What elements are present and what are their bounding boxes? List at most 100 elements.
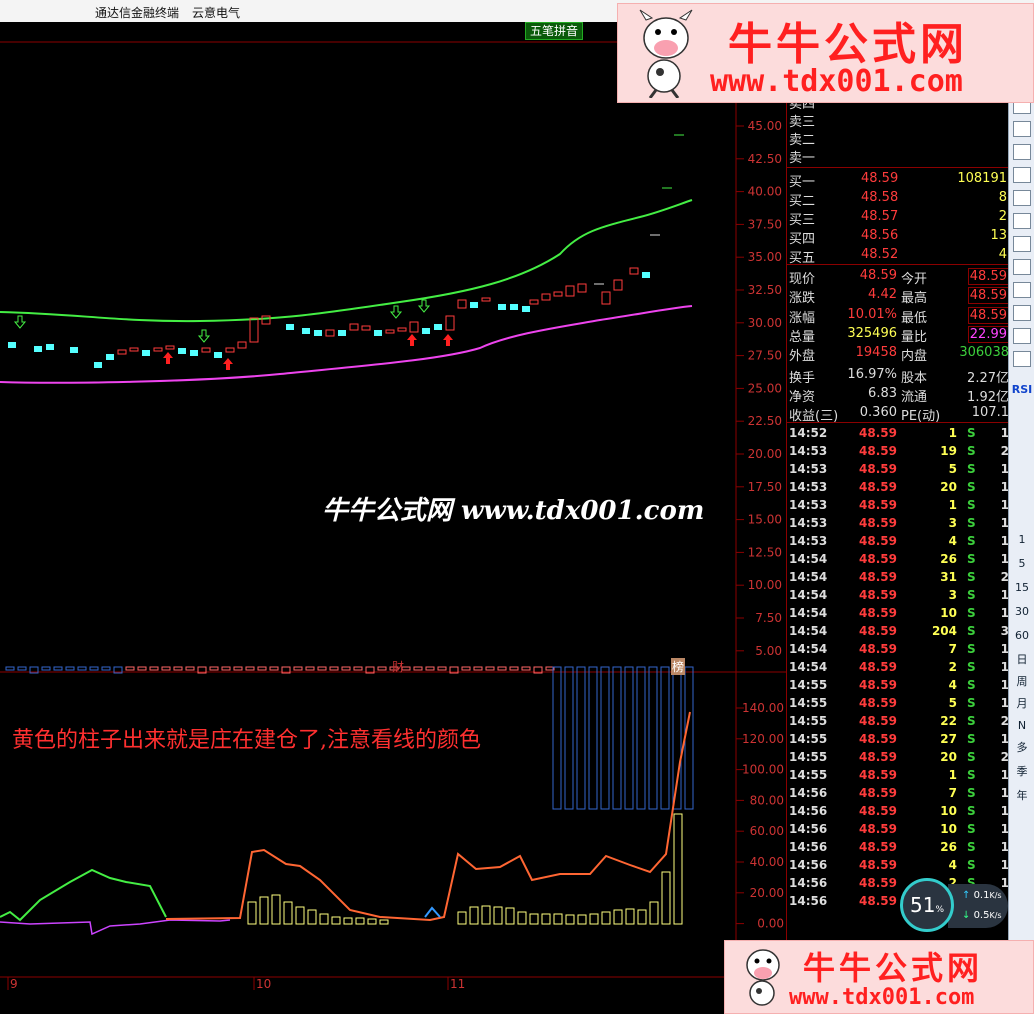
tick-volume: 4 [948, 534, 957, 548]
input-method-chip[interactable]: 五笔拼音 [525, 22, 584, 40]
toolbar-icon[interactable] [1013, 213, 1031, 229]
candle-down [190, 350, 198, 356]
toolbar-icon[interactable] [1013, 282, 1031, 298]
buy-volume: 8 [998, 190, 1007, 205]
quote-value: 6.83 [868, 385, 897, 401]
separator [787, 264, 1009, 265]
indicator-yellow-bar [589, 913, 599, 925]
input-method-label: 五笔拼音 [530, 24, 579, 38]
tick-side: S [967, 426, 976, 440]
indicator-blue-bar [636, 666, 646, 810]
toolbar-period-5[interactable]: 60 [1011, 626, 1033, 646]
toolbar-icon[interactable] [1013, 305, 1031, 321]
candle-down [94, 362, 102, 368]
toolbar-period-12[interactable]: 年 [1011, 786, 1033, 806]
indicator-yellow-bar [577, 914, 587, 925]
toolbar-period-2[interactable]: 5 [1011, 554, 1033, 574]
toolbar-period-1[interactable]: 1 [1011, 530, 1033, 550]
tick-row: 14:54 48.59 3 S 1 [787, 586, 1009, 604]
tick-volume: 5 [948, 462, 957, 476]
tick-price: 48.59 [859, 462, 897, 476]
quote-panel: 卖四 卖三 卖二 卖一 买一 48.59 108191 买二 48.58 8 买三 … [786, 22, 1009, 942]
toolbar-icon[interactable] [1013, 259, 1031, 275]
tick-volume: 2 [948, 660, 957, 674]
tick-volume: 7 [948, 642, 957, 656]
toolbar-period-7[interactable]: 周 [1011, 672, 1033, 692]
toolbar-period-8[interactable]: 月 [1011, 694, 1033, 714]
indicator-yellow-bar [271, 894, 281, 925]
indicator-cap [185, 666, 195, 671]
indicator-yellow-bar [367, 918, 377, 925]
indicator-cap [41, 666, 51, 671]
tick-time: 14:56 [789, 804, 828, 818]
toolbar-icon[interactable] [1013, 144, 1031, 160]
network-speed-widget[interactable]: ↑ 0.1K/s ↓ 0.5K/s 51% [900, 878, 1012, 936]
tick-volume: 4 [948, 678, 957, 692]
toolbar-period-3[interactable]: 15 [1011, 578, 1033, 598]
toolbar-icon[interactable] [1013, 236, 1031, 252]
tick-time: 14:53 [789, 444, 828, 458]
tick-volume: 4 [948, 858, 957, 872]
candle-down [338, 330, 346, 336]
tick-price: 48.59 [859, 588, 897, 602]
toolbar-icon[interactable] [1013, 121, 1031, 137]
tick-price: 48.59 [859, 624, 897, 638]
toolbar-period-6[interactable]: 日 [1011, 650, 1033, 670]
tick-price: 48.59 [859, 858, 897, 872]
buy-down-arrow [389, 305, 403, 319]
price-label: 30.00 [748, 316, 782, 330]
tick-price: 48.59 [859, 840, 897, 854]
toolbar-period-11[interactable]: 季 [1011, 762, 1033, 782]
indicator-blue-bar [624, 666, 634, 810]
candle-down [178, 348, 186, 354]
toolbar-period-10[interactable]: 多 [1011, 738, 1033, 758]
indicator-label: 60.00 [750, 824, 784, 838]
toolbar-period-9[interactable]: N [1011, 716, 1033, 736]
indicator-label: 120.00 [742, 732, 784, 746]
indicator-blue-bar [684, 666, 694, 810]
buy-label: 买三 [789, 213, 816, 228]
toolbar-period-4[interactable]: 30 [1011, 602, 1033, 622]
toolbar-period-0[interactable]: RSI [1011, 380, 1033, 400]
candle-down [34, 346, 42, 352]
tick-price: 48.59 [859, 876, 897, 890]
indicator-yellow-bar [493, 906, 503, 925]
tick-volume: 5 [948, 696, 957, 710]
indicator-cap [137, 666, 147, 671]
indicator-cap [305, 666, 315, 671]
quote-row: 外盘 19458 内盘 306038 [787, 344, 1009, 364]
indicator-cap [497, 666, 507, 671]
tick-row: 14:53 48.59 1 S 1 [787, 496, 1009, 514]
indicator-cap [245, 666, 255, 671]
buy-down-arrow [197, 329, 211, 343]
candle-up [129, 347, 139, 352]
buy-price: 48.57 [861, 209, 899, 224]
candle-up [153, 347, 163, 352]
quote-label: 换手 [789, 370, 816, 386]
candle-down [510, 304, 518, 310]
tick-volume: 20 [940, 750, 957, 764]
separator [787, 422, 1009, 423]
buy-row: 买三 48.57 2 [787, 208, 1009, 228]
tick-side: S [967, 840, 976, 854]
tick-price: 48.59 [859, 768, 897, 782]
toolbar-icon[interactable] [1013, 190, 1031, 206]
tick-time: 14:55 [789, 750, 828, 764]
tick-side: S [967, 696, 976, 710]
candle-down [498, 304, 506, 310]
sell-up-arrow [163, 352, 173, 364]
candle-up [385, 329, 395, 334]
candle-up [601, 291, 611, 305]
indicator-axis: 140.00 120.00 100.00 80.00 60.00 40.00 20.00 0.… [736, 701, 784, 931]
tick-row: 14:53 48.59 3 S 1 [787, 514, 1009, 532]
candle-down [8, 342, 16, 348]
tick-time: 14:54 [789, 570, 828, 584]
toolbar-icon[interactable] [1013, 167, 1031, 183]
tick-row: 14:53 48.59 20 S 1 [787, 478, 1009, 496]
price-label: 45.00 [748, 119, 782, 133]
candle-down [286, 324, 294, 330]
toolbar-icon[interactable] [1013, 328, 1031, 344]
candle-up [117, 349, 127, 355]
toolbar-icon[interactable] [1013, 351, 1031, 367]
indicator-blue-bar [576, 666, 586, 810]
